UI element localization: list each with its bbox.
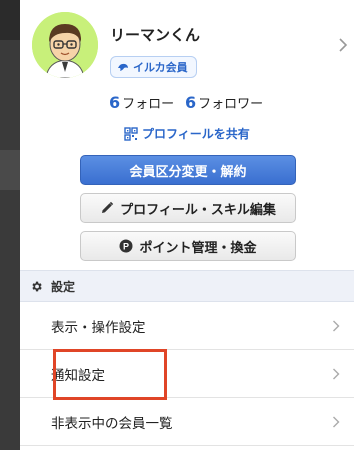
menu-item-label: 表示・操作設定: [51, 319, 146, 336]
overlay-band: [0, 0, 20, 40]
membership-badge[interactable]: イルカ会員: [110, 56, 197, 78]
followers-count: 6: [185, 93, 197, 112]
share-profile-link[interactable]: プロフィールを共有: [124, 125, 250, 142]
avatar[interactable]: [32, 12, 98, 78]
following-count: 6: [109, 93, 121, 112]
menu-item-display-settings[interactable]: 表示・操作設定: [20, 302, 354, 350]
share-profile-label: プロフィールを共有: [142, 127, 250, 141]
menu-item-hidden-members[interactable]: 非表示中の会員一覧: [20, 398, 354, 446]
chevron-right-icon: [333, 416, 340, 428]
point-coin-icon: P: [119, 239, 133, 253]
followers-label: フォロワー: [198, 97, 264, 112]
gear-icon: [32, 281, 42, 291]
following-label: フォロー: [122, 97, 175, 112]
settings-header-label: 設定: [51, 279, 76, 294]
point-management-button[interactable]: P ポイント管理・換金: [80, 231, 296, 261]
badge-label: イルカ会員: [133, 61, 188, 74]
svg-text:P: P: [123, 241, 129, 251]
edit-profile-button[interactable]: プロフィール・スキル編集: [80, 193, 296, 223]
background-overlay: [0, 0, 20, 450]
avatar-illustration: [32, 12, 98, 78]
edit-profile-label: プロフィール・スキル編集: [120, 202, 276, 218]
qr-code-icon: [124, 126, 138, 141]
menu-item-label: 非表示中の会員一覧: [51, 415, 173, 432]
username[interactable]: リーマンくん: [110, 24, 200, 45]
chevron-right-icon: [333, 368, 340, 380]
dolphin-icon: [118, 63, 128, 71]
pencil-icon: [102, 201, 114, 213]
point-management-label: ポイント管理・換金: [139, 240, 257, 256]
following-link[interactable]: 6 フォロー: [109, 93, 174, 112]
overlay-band: [0, 150, 20, 190]
membership-change-label: 会員区分変更・解約: [129, 164, 247, 180]
chevron-right-icon: [333, 320, 340, 332]
chevron-right-icon[interactable]: [338, 38, 348, 52]
settings-section-header: 設定: [20, 270, 354, 302]
membership-change-button[interactable]: 会員区分変更・解約: [80, 155, 296, 185]
menu-item-label: 通知設定: [51, 367, 105, 384]
followers-link[interactable]: 6 フォロワー: [185, 93, 263, 112]
menu-item-notification-settings[interactable]: 通知設定: [20, 350, 354, 398]
profile-drawer: リーマンくん イルカ会員 6 フォロー 6 フォロワー プロフィールを共有 会員…: [20, 0, 354, 450]
